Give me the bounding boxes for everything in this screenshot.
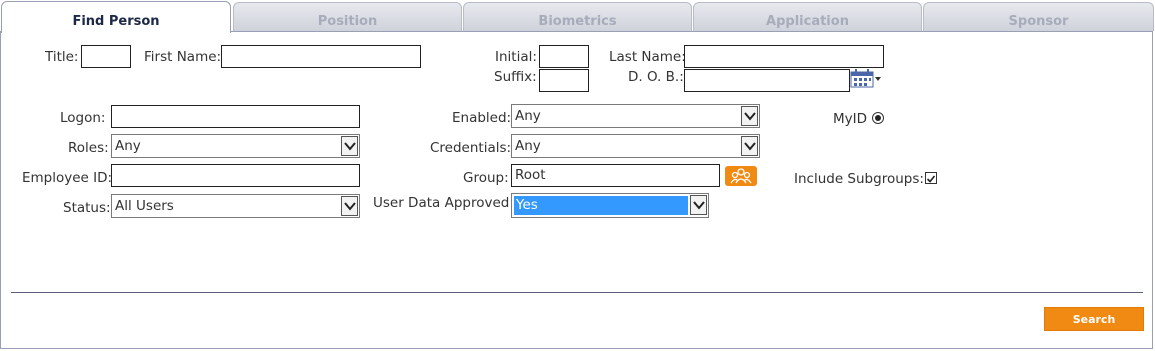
- dob-input[interactable]: [684, 69, 850, 92]
- title-label: Title:: [45, 49, 79, 65]
- enabled-select-value: Any: [515, 108, 541, 124]
- tab-application[interactable]: Application: [693, 2, 922, 31]
- user-data-approved-select[interactable]: Yes: [511, 193, 709, 218]
- search-button[interactable]: Search: [1044, 307, 1144, 331]
- roles-label: Roles:: [68, 140, 109, 156]
- chevron-down-icon[interactable]: [341, 136, 358, 156]
- myid-label: MyID: [833, 111, 868, 127]
- chevron-down-icon[interactable]: [741, 106, 758, 126]
- title-input[interactable]: [81, 45, 131, 68]
- user-data-approved-select-value: Yes: [514, 196, 688, 215]
- enabled-select[interactable]: Any: [511, 104, 760, 128]
- initial-label: Initial:: [495, 49, 537, 65]
- first-name-label: First Name:: [144, 49, 222, 65]
- chevron-down-icon[interactable]: [690, 195, 707, 215]
- credentials-label: Credentials:: [430, 140, 512, 156]
- group-input[interactable]: Root: [511, 164, 720, 187]
- calendar-icon[interactable]: [850, 68, 886, 92]
- logon-input[interactable]: [111, 105, 360, 128]
- enabled-label: Enabled:: [452, 110, 512, 126]
- credentials-select[interactable]: Any: [511, 134, 760, 158]
- suffix-label: Suffix:: [494, 69, 537, 85]
- divider: [11, 292, 1143, 293]
- group-label: Group:: [463, 170, 509, 186]
- user-data-approved-label: User Data Approved:: [373, 195, 514, 211]
- initial-input[interactable]: [539, 45, 589, 68]
- credentials-select-value: Any: [515, 138, 541, 154]
- employee-id-input[interactable]: [111, 164, 360, 187]
- myid-radio[interactable]: [872, 112, 884, 124]
- tab-sponsor[interactable]: Sponsor: [923, 2, 1154, 31]
- suffix-input[interactable]: [539, 69, 589, 92]
- chevron-down-icon[interactable]: [741, 136, 758, 156]
- employee-id-label: Employee ID:: [22, 170, 113, 186]
- last-name-input[interactable]: [684, 45, 884, 68]
- roles-select[interactable]: Any: [111, 134, 360, 158]
- status-label: Status:: [63, 200, 111, 216]
- include-subgroups-label: Include Subgroups:: [794, 171, 924, 187]
- status-select[interactable]: All Users: [111, 194, 360, 218]
- status-select-value: All Users: [115, 198, 174, 214]
- include-subgroups-checkbox[interactable]: [925, 172, 937, 184]
- tab-biometrics[interactable]: Biometrics: [463, 2, 692, 31]
- tab-bar: Find Person Position Biometrics Applicat…: [0, 0, 1155, 33]
- people-icon: [730, 168, 752, 184]
- last-name-label: Last Name:: [609, 49, 686, 65]
- tab-find-person[interactable]: Find Person: [1, 1, 231, 33]
- chevron-down-icon[interactable]: [341, 196, 358, 216]
- dob-label: D. O. B.:: [628, 69, 684, 85]
- tab-position[interactable]: Position: [233, 2, 462, 31]
- logon-label: Logon:: [60, 110, 106, 126]
- roles-select-value: Any: [115, 138, 141, 154]
- checkmark-icon: [926, 175, 936, 183]
- first-name-input[interactable]: [221, 45, 421, 68]
- group-picker-button[interactable]: [725, 166, 757, 186]
